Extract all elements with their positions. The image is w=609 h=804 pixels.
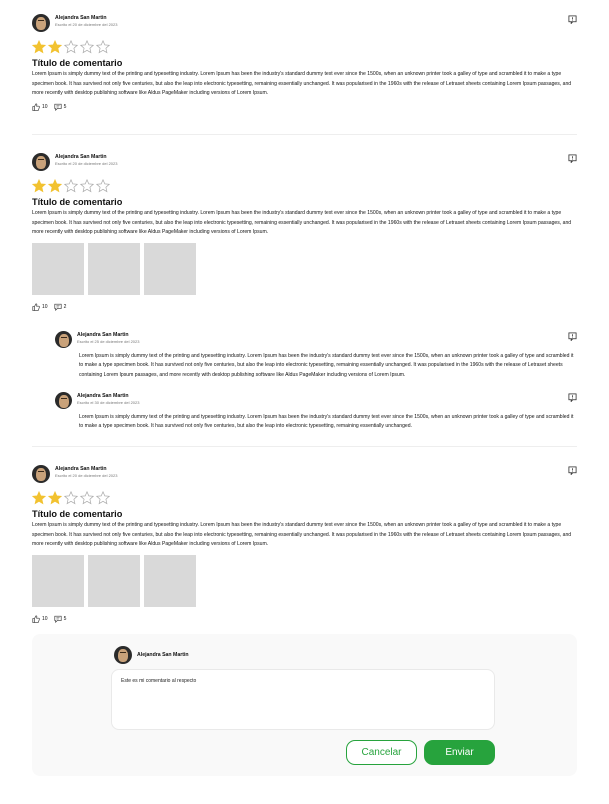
comment-icon (54, 616, 62, 624)
review-title: Título de comentario (32, 58, 123, 68)
star-filled-icon (32, 40, 46, 54)
like-count: 10 (42, 104, 48, 111)
review-date: Escrito el 20 de diciembre del 2023 (55, 22, 118, 28)
author-name[interactable]: Alejandra San Martin (77, 332, 139, 338)
review-body: Lorem Ipsum is simply dummy text of the … (32, 71, 572, 96)
report-flag-icon[interactable] (568, 15, 577, 24)
star-rating (32, 179, 577, 193)
review-image[interactable] (88, 243, 140, 296)
review-date: Escrito el 20 de diciembre del 2023 (55, 473, 118, 479)
author-name[interactable]: Alejandra San Martin (55, 466, 117, 472)
review-body: Lorem Ipsum is simply dummy text of the … (32, 210, 572, 235)
star-empty-icon (64, 179, 78, 193)
author-name[interactable]: Alejandra San Martin (55, 154, 117, 160)
review-actions: 10 2 (32, 303, 577, 312)
review-card: Alejandra San Martin Escrito el 20 de di… (32, 14, 577, 112)
star-empty-icon (80, 40, 94, 54)
star-empty-icon (64, 40, 78, 54)
star-empty-icon (64, 491, 78, 505)
avatar[interactable] (32, 465, 50, 483)
review-image[interactable] (144, 555, 196, 608)
reply-card: Alejandra San Martin Escrito el 25 de di… (55, 331, 577, 380)
review-date: Escrito el 20 de diciembre del 2023 (55, 161, 118, 167)
reply-body: Lorem Ipsum is simply dummy text of the … (79, 414, 574, 430)
star-empty-icon (80, 491, 94, 505)
star-rating (32, 491, 577, 505)
reply-header: Alejandra San Martin Escrito el 25 de di… (55, 331, 577, 353)
comment-icon (54, 304, 62, 312)
like-button[interactable]: 10 (32, 303, 48, 312)
like-button[interactable]: 10 (32, 615, 48, 624)
comment-button[interactable]: 2 (54, 303, 67, 312)
composer-author-name: Alejandra San Martin (137, 652, 189, 658)
star-filled-icon (32, 491, 46, 505)
divider (32, 446, 577, 447)
like-button[interactable]: 10 (32, 103, 48, 112)
review-header: Alejandra San Martin Escrito el 20 de di… (32, 14, 577, 36)
star-filled-icon (32, 179, 46, 193)
review-actions: 10 5 (32, 615, 577, 624)
review-actions: 10 5 (32, 103, 577, 112)
star-filled-icon (48, 40, 62, 54)
review-image[interactable] (144, 243, 196, 296)
avatar[interactable] (32, 14, 50, 32)
star-filled-icon (48, 179, 62, 193)
reply-body: Lorem Ipsum is simply dummy text of the … (79, 353, 574, 378)
thumb-up-icon (32, 615, 40, 624)
like-count: 10 (42, 616, 48, 623)
review-images (32, 243, 577, 296)
comment-count: 2 (63, 304, 67, 311)
review-images (32, 555, 577, 608)
review-header: Alejandra San Martin Escrito el 20 de di… (32, 153, 577, 175)
report-flag-icon[interactable] (568, 466, 577, 475)
star-filled-icon (48, 491, 62, 505)
avatar[interactable] (55, 392, 72, 409)
reply-header: Alejandra San Martin Escrito el 30 de di… (55, 392, 577, 414)
avatar[interactable] (55, 331, 72, 348)
reply-date: Escrito el 30 de diciembre del 2023 (77, 400, 140, 406)
report-flag-icon[interactable] (568, 393, 577, 402)
review-image[interactable] (32, 243, 84, 296)
review-title: Título de comentario (32, 509, 123, 519)
review-header: Alejandra San Martin Escrito el 20 de di… (32, 465, 577, 487)
star-empty-icon (96, 179, 110, 193)
author-name[interactable]: Alejandra San Martin (77, 393, 139, 399)
avatar (114, 646, 132, 664)
author-name[interactable]: Alejandra San Martin (55, 15, 117, 21)
send-button[interactable]: Enviar (424, 740, 495, 765)
comment-textarea[interactable]: Este es mi comentario al respecto (111, 669, 495, 730)
star-empty-icon (96, 491, 110, 505)
composer-header: Alejandra San Martin (114, 646, 189, 664)
divider (32, 134, 577, 135)
thumb-up-icon (32, 303, 40, 312)
cancel-button[interactable]: Cancelar (346, 740, 417, 765)
report-flag-icon[interactable] (568, 332, 577, 341)
reply-composer: Alejandra San Martin Este es mi comentar… (32, 634, 577, 776)
review-card: Alejandra San Martin Escrito el 20 de di… (32, 153, 577, 312)
avatar[interactable] (32, 153, 50, 171)
reply-card: Alejandra San Martin Escrito el 30 de di… (55, 392, 577, 432)
reply-date: Escrito el 25 de diciembre del 2023 (77, 339, 140, 345)
star-empty-icon (96, 40, 110, 54)
star-rating (32, 40, 577, 54)
review-image[interactable] (32, 555, 84, 608)
review-card: Alejandra San Martin Escrito el 20 de di… (32, 465, 577, 624)
comment-button[interactable]: 5 (54, 103, 67, 112)
comment-count: 5 (63, 616, 67, 623)
like-count: 10 (42, 304, 48, 311)
review-body: Lorem Ipsum is simply dummy text of the … (32, 522, 572, 547)
star-empty-icon (80, 179, 94, 193)
comment-count: 5 (63, 104, 67, 111)
comment-icon (54, 104, 62, 112)
review-title: Título de comentario (32, 197, 123, 207)
report-flag-icon[interactable] (568, 154, 577, 163)
thumb-up-icon (32, 103, 40, 112)
review-image[interactable] (88, 555, 140, 608)
comment-button[interactable]: 5 (54, 615, 67, 624)
